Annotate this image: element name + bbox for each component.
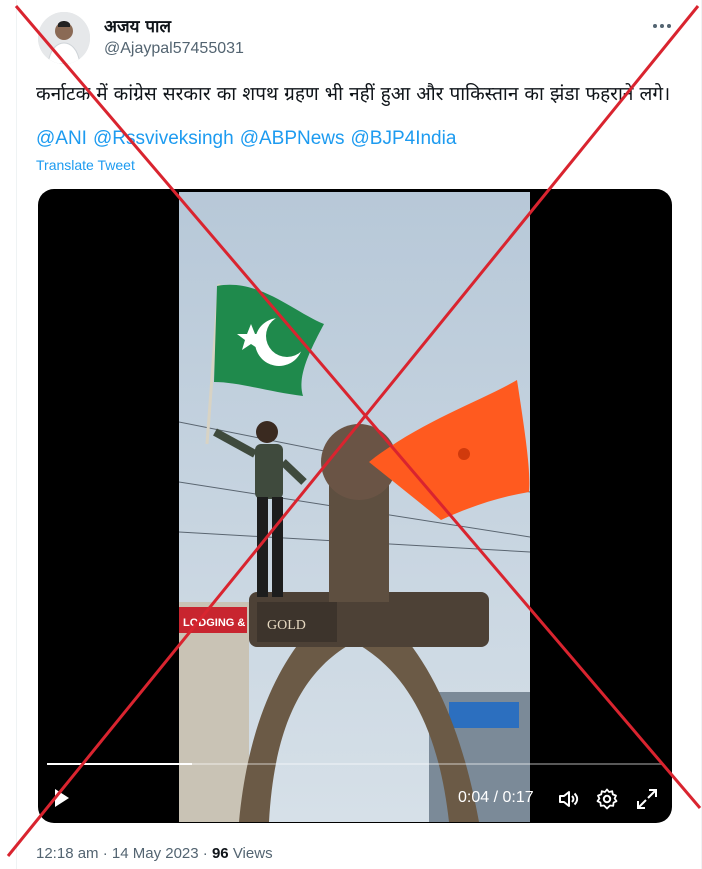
more-icon	[653, 24, 671, 28]
fullscreen-button[interactable]	[635, 787, 659, 811]
meta-separator: ·	[102, 845, 108, 862]
play-icon	[55, 789, 69, 807]
tweet-time[interactable]: 12:18 am	[36, 845, 99, 862]
video-player[interactable]: LODGING & BO GOLD 0:04 / 0:17	[38, 189, 672, 823]
volume-icon	[559, 791, 579, 807]
video-progress-bar[interactable]	[47, 763, 663, 765]
monument-sign-text: GOLD	[267, 618, 306, 633]
video-progress-fill	[47, 763, 192, 765]
meta-separator: ·	[202, 845, 208, 862]
settings-button[interactable]	[595, 787, 619, 811]
tweet-text: कर्नाटक में कांग्रेस सरकार का शपथ ग्रहण …	[36, 83, 671, 105]
volume-button[interactable]	[556, 787, 580, 811]
mention-link[interactable]: @ABPNews	[240, 128, 345, 149]
video-time: 0:04 / 0:17	[458, 789, 534, 807]
views-label: Views	[232, 845, 273, 862]
settings-icon	[596, 788, 618, 810]
views-count: 96	[211, 845, 229, 862]
video-frame: LODGING & BO GOLD	[179, 192, 530, 822]
avatar[interactable]	[38, 12, 90, 64]
display-name[interactable]: अजय पाल	[104, 14, 171, 37]
avatar-photo	[38, 12, 90, 64]
mentions: @ANI @Rssviveksingh @ABPNews @BJP4India	[36, 128, 462, 150]
tweet-date[interactable]: 14 May 2023	[112, 845, 199, 862]
play-button[interactable]	[52, 787, 72, 809]
current-time: 0:04	[458, 789, 490, 806]
mention-link[interactable]: @BJP4India	[351, 128, 457, 149]
duration: 0:17	[502, 789, 534, 806]
mention-link[interactable]: @Rssviveksingh	[93, 128, 234, 149]
mention-link[interactable]: @ANI	[36, 128, 87, 149]
tweet-meta: 12:18 am · 14 May 2023 · 96 Views	[36, 845, 273, 862]
user-handle[interactable]: @Ajaypal57455031	[104, 40, 244, 58]
more-options-button[interactable]	[650, 16, 674, 36]
translate-tweet-link[interactable]: Translate Tweet	[36, 157, 135, 173]
fullscreen-icon	[637, 789, 657, 809]
